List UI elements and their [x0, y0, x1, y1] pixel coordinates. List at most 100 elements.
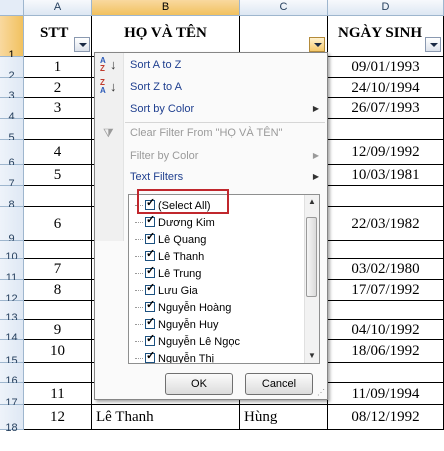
row-header[interactable]: 9 [0, 207, 24, 245]
table-cell[interactable]: 10/03/1981 [328, 165, 444, 186]
clear-filter-label: Clear Filter From "HỌ VÀ TÊN" [130, 127, 283, 139]
list-item[interactable]: Nguyễn Thị [135, 350, 214, 363]
list-item[interactable]: Lê Quang [135, 231, 206, 248]
table-cell[interactable]: 08/12/1992 [328, 405, 444, 430]
row-header[interactable]: 17 [0, 383, 24, 409]
table-cell[interactable]: 8 [24, 280, 92, 301]
scroll-up-icon[interactable]: ▲ [305, 195, 319, 209]
table-cell[interactable]: 24/10/1994 [328, 78, 444, 98]
clear-filter-icon: ⧩ [103, 126, 114, 140]
column-header-c[interactable]: C [240, 0, 328, 16]
ok-button[interactable]: OK [165, 373, 233, 395]
table-cell[interactable]: 26/07/1993 [328, 98, 444, 119]
list-item[interactable]: Dương Kim [135, 214, 215, 231]
checkbox-icon[interactable] [145, 265, 155, 278]
header-cell-name[interactable]: HỌ VÀ TÊN [92, 16, 240, 57]
table-cell[interactable]: 10 [24, 340, 92, 363]
list-item-label: Lưu Gia [158, 285, 198, 297]
checkbox-icon[interactable] [145, 282, 155, 295]
table-cell[interactable]: 4 [24, 140, 92, 165]
row-header[interactable]: 15 [0, 340, 24, 367]
table-cell[interactable]: 09/01/1993 [328, 57, 444, 78]
list-item[interactable]: Nguyễn Lê Ngọc [135, 333, 240, 350]
table-cell[interactable] [328, 301, 444, 320]
row-header[interactable]: 18 [0, 405, 24, 434]
table-cell[interactable]: 03/02/1980 [328, 259, 444, 280]
row-header[interactable]: 13 [0, 301, 24, 324]
table-cell[interactable] [328, 119, 444, 140]
table-cell[interactable]: Lê Thanh [92, 405, 240, 430]
table-cell[interactable] [24, 363, 92, 383]
select-all-corner[interactable] [0, 0, 24, 16]
dropdown-arrow-icon[interactable] [309, 37, 325, 52]
checkbox-icon[interactable] [145, 248, 155, 261]
table-cell[interactable]: 17/07/1992 [328, 280, 444, 301]
table-cell[interactable]: 9 [24, 320, 92, 340]
sort-z-to-a-item[interactable]: Z A ↓ Sort Z to A [95, 77, 327, 97]
filter-values-list[interactable]: (Select All)Dương KimLê QuangLê ThanhLê … [128, 194, 320, 364]
table-cell[interactable]: 04/10/1992 [328, 320, 444, 340]
list-scrollbar[interactable]: ▲ ▼ [304, 195, 319, 363]
checkbox-icon[interactable] [145, 333, 155, 346]
scroll-thumb[interactable] [306, 217, 317, 297]
table-cell[interactable]: 18/06/1992 [328, 340, 444, 363]
table-cell[interactable]: 1 [24, 57, 92, 78]
dropdown-arrow-icon[interactable] [74, 37, 90, 52]
row-header[interactable]: 4 [0, 98, 24, 123]
table-cell[interactable] [328, 186, 444, 207]
column-header-b[interactable]: B [92, 0, 240, 16]
table-cell[interactable] [24, 241, 92, 259]
checkbox-icon[interactable] [145, 231, 155, 244]
table-cell[interactable]: 3 [24, 98, 92, 119]
select-all-highlight [137, 189, 229, 214]
list-item[interactable]: Nguyễn Hoàng [135, 299, 231, 316]
row-header[interactable]: 14 [0, 320, 24, 344]
row-header[interactable]: 2 [0, 57, 24, 82]
text-filters-item[interactable]: Text Filters ▶ [95, 167, 327, 187]
table-cell[interactable]: 11/09/1994 [328, 383, 444, 405]
row-header[interactable]: 16 [0, 363, 24, 387]
list-item[interactable]: Nguyễn Huy [135, 316, 219, 333]
table-cell[interactable] [24, 301, 92, 320]
table-cell[interactable] [24, 119, 92, 140]
table-cell[interactable]: 12 [24, 405, 92, 430]
table-cell[interactable]: 11 [24, 383, 92, 405]
column-header-d[interactable]: D [328, 0, 444, 16]
checkbox-icon[interactable] [145, 316, 155, 329]
table-cell[interactable]: 22/03/1982 [328, 207, 444, 241]
row-header[interactable]: 1 [0, 16, 24, 61]
table-cell[interactable] [328, 241, 444, 259]
row-header[interactable]: 8 [0, 186, 24, 211]
table-cell[interactable] [328, 363, 444, 383]
submenu-arrow-icon: ▶ [312, 151, 319, 160]
list-item[interactable]: Lê Trung [135, 265, 201, 282]
table-cell[interactable] [24, 186, 92, 207]
autofilter-dropdown: A Z ↓ Sort A to Z Z A ↓ Sort Z to A Sort by … [94, 52, 328, 400]
table-cell[interactable]: 2 [24, 78, 92, 98]
resize-grip-icon[interactable]: ⋰ [317, 389, 325, 397]
checkbox-icon[interactable] [145, 299, 155, 312]
row-header[interactable]: 3 [0, 78, 24, 102]
table-cell[interactable]: Hùng [240, 405, 328, 430]
table-cell[interactable]: 6 [24, 207, 92, 241]
table-cell[interactable]: 12/09/1992 [328, 140, 444, 165]
row-header[interactable]: 11 [0, 259, 24, 284]
cancel-button[interactable]: Cancel [245, 373, 313, 395]
scroll-down-icon[interactable]: ▼ [305, 349, 319, 363]
dropdown-arrow-icon[interactable] [425, 37, 441, 52]
column-header-a[interactable]: A [24, 0, 92, 16]
checkbox-icon[interactable] [145, 350, 155, 363]
row-header[interactable]: 10 [0, 241, 24, 263]
list-item[interactable]: Lê Thanh [135, 248, 204, 265]
row-header[interactable]: 12 [0, 280, 24, 305]
checkbox-icon[interactable] [145, 214, 155, 227]
tree-connector [135, 256, 143, 257]
sort-a-to-z-item[interactable]: A Z ↓ Sort A to Z [95, 55, 327, 75]
table-cell[interactable]: 5 [24, 165, 92, 186]
table-cell[interactable]: 7 [24, 259, 92, 280]
row-header[interactable]: 5 [0, 119, 24, 144]
row-header[interactable]: 7 [0, 165, 24, 190]
row-header[interactable]: 6 [0, 140, 24, 169]
list-item[interactable]: Lưu Gia [135, 282, 198, 299]
sort-by-color-item[interactable]: Sort by Color ▶ [95, 99, 327, 119]
